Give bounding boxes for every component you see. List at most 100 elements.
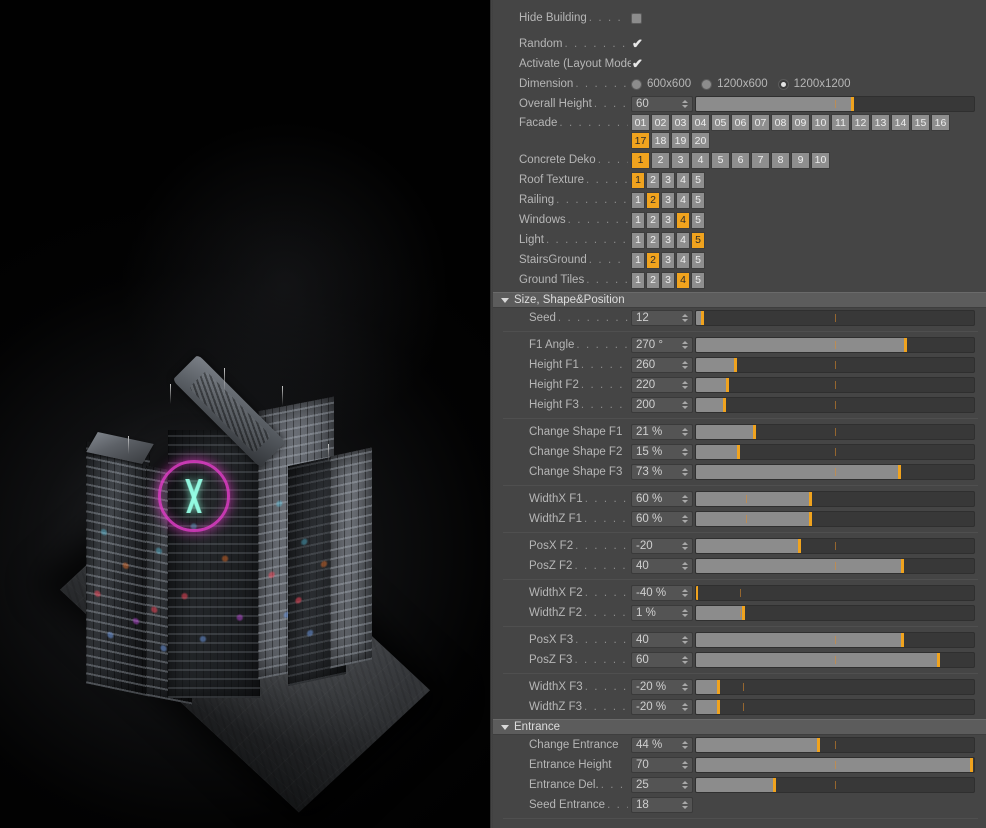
value-slider[interactable] — [695, 357, 975, 373]
value-slider[interactable] — [695, 777, 975, 793]
value-slider[interactable] — [695, 699, 975, 715]
toggle-option-4[interactable]: 4 — [676, 232, 690, 249]
value-slider[interactable] — [695, 96, 975, 112]
value-slider[interactable] — [695, 558, 975, 574]
number-input[interactable]: -20 % — [631, 679, 693, 695]
slider-knob[interactable] — [701, 311, 704, 325]
toggle-option-6[interactable]: 6 — [731, 152, 750, 169]
toggle-option-5[interactable]: 5 — [691, 192, 705, 209]
slider-knob[interactable] — [742, 606, 745, 620]
toggle-option-4[interactable]: 4 — [676, 212, 690, 229]
facade-option-09[interactable]: 09 — [791, 114, 810, 131]
slider-knob[interactable] — [717, 700, 720, 714]
value-slider[interactable] — [695, 538, 975, 554]
slider-knob[interactable] — [937, 653, 940, 667]
number-input[interactable]: 44 % — [631, 737, 693, 753]
facade-option-14[interactable]: 14 — [891, 114, 910, 131]
spinner-arrows-icon[interactable] — [680, 311, 689, 325]
radio-option-600x600[interactable]: 600x600 — [631, 78, 691, 90]
value-slider[interactable] — [695, 737, 975, 753]
spinner-arrows-icon[interactable] — [680, 738, 689, 752]
value-slider[interactable] — [695, 605, 975, 621]
toggle-option-2[interactable]: 2 — [646, 232, 660, 249]
collapse-triangle-icon[interactable] — [501, 725, 509, 730]
number-input[interactable]: 1 % — [631, 605, 693, 621]
toggle-option-5[interactable]: 5 — [691, 252, 705, 269]
value-slider[interactable] — [695, 491, 975, 507]
spinner-arrows-icon[interactable] — [680, 358, 689, 372]
number-input[interactable]: 260 — [631, 357, 693, 373]
toggle-option-1[interactable]: 1 — [631, 192, 645, 209]
checkbox-checked-icon[interactable]: ✔ — [631, 58, 644, 71]
toggle-option-5[interactable]: 5 — [711, 152, 730, 169]
facade-option-16[interactable]: 16 — [931, 114, 950, 131]
slider-knob[interactable] — [898, 465, 901, 479]
slider-knob[interactable] — [798, 539, 801, 553]
toggle-option-1[interactable]: 1 — [631, 272, 645, 289]
toggle-option-4[interactable]: 4 — [691, 152, 710, 169]
spinner-arrows-icon[interactable] — [680, 798, 689, 812]
collapse-triangle-icon[interactable] — [501, 298, 509, 303]
toggle-option-1[interactable]: 1 — [631, 152, 650, 169]
toggle-option-2[interactable]: 2 — [646, 272, 660, 289]
facade-option-03[interactable]: 03 — [671, 114, 690, 131]
toggle-option-1[interactable]: 1 — [631, 252, 645, 269]
facade-option-05[interactable]: 05 — [711, 114, 730, 131]
spinner-arrows-icon[interactable] — [680, 539, 689, 553]
facade-option-01[interactable]: 01 — [631, 114, 650, 131]
value-slider[interactable] — [695, 679, 975, 695]
facade-option-12[interactable]: 12 — [851, 114, 870, 131]
radio-dot[interactable] — [701, 79, 712, 90]
slider-knob[interactable] — [809, 512, 812, 526]
facade-option-15[interactable]: 15 — [911, 114, 930, 131]
spinner-arrows-icon[interactable] — [680, 606, 689, 620]
toggle-option-4[interactable]: 4 — [676, 192, 690, 209]
facade-option-20[interactable]: 20 — [691, 132, 710, 149]
slider-knob[interactable] — [901, 633, 904, 647]
number-input[interactable]: 220 — [631, 377, 693, 393]
facade-option-13[interactable]: 13 — [871, 114, 890, 131]
number-input[interactable]: 12 — [631, 310, 693, 326]
slider-knob[interactable] — [753, 425, 756, 439]
slider-knob[interactable] — [809, 492, 812, 506]
number-input[interactable]: -20 — [631, 538, 693, 554]
value-slider[interactable] — [695, 444, 975, 460]
value-slider[interactable] — [695, 511, 975, 527]
toggle-option-1[interactable]: 1 — [631, 212, 645, 229]
spinner-arrows-icon[interactable] — [680, 559, 689, 573]
number-input[interactable]: 60 % — [631, 491, 693, 507]
toggle-option-3[interactable]: 3 — [661, 172, 675, 189]
spinner-arrows-icon[interactable] — [680, 700, 689, 714]
checkbox-unchecked[interactable] — [631, 13, 642, 24]
number-input[interactable]: 25 — [631, 777, 693, 793]
toggle-option-2[interactable]: 2 — [646, 192, 660, 209]
toggle-option-4[interactable]: 4 — [676, 272, 690, 289]
spinner-arrows-icon[interactable] — [680, 425, 689, 439]
number-input[interactable]: 21 % — [631, 424, 693, 440]
spinner-arrows-icon[interactable] — [680, 445, 689, 459]
toggle-option-3[interactable]: 3 — [661, 252, 675, 269]
toggle-option-9[interactable]: 9 — [791, 152, 810, 169]
spinner-arrows-icon[interactable] — [680, 398, 689, 412]
value-slider[interactable] — [695, 424, 975, 440]
checkbox-checked-icon[interactable]: ✔ — [631, 38, 644, 51]
toggle-option-2[interactable]: 2 — [646, 252, 660, 269]
number-input[interactable]: 60 % — [631, 511, 693, 527]
value-slider[interactable] — [695, 337, 975, 353]
slider-knob[interactable] — [817, 738, 820, 752]
toggle-option-2[interactable]: 2 — [646, 212, 660, 229]
slider-knob[interactable] — [737, 445, 740, 459]
value-slider[interactable] — [695, 757, 975, 773]
number-input[interactable]: -40 % — [631, 585, 693, 601]
spinner-arrows-icon[interactable] — [680, 512, 689, 526]
spinner-arrows-icon[interactable] — [680, 586, 689, 600]
value-slider[interactable] — [695, 464, 975, 480]
number-input[interactable]: 60 — [631, 652, 693, 668]
facade-option-18[interactable]: 18 — [651, 132, 670, 149]
slider-knob[interactable] — [734, 358, 737, 372]
slider-knob[interactable] — [717, 680, 720, 694]
value-slider[interactable] — [695, 585, 975, 601]
value-slider[interactable] — [695, 310, 975, 326]
toggle-option-3[interactable]: 3 — [671, 152, 690, 169]
toggle-option-5[interactable]: 5 — [691, 272, 705, 289]
